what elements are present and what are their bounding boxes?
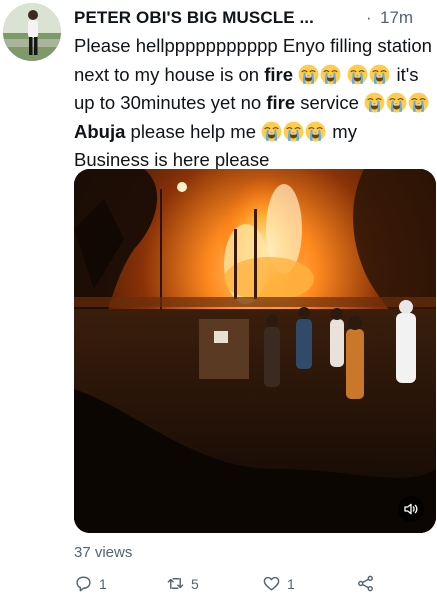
mute-toggle-button[interactable]	[398, 496, 424, 522]
header-separator: ·	[366, 8, 372, 27]
retweet-count: 5	[191, 575, 199, 592]
loudly-crying-face-icon	[283, 121, 304, 142]
loudly-crying-face-icon	[298, 64, 319, 85]
text-keyword-abuja: Abuja	[74, 120, 126, 142]
heart-icon	[263, 576, 280, 591]
author-avatar[interactable]	[3, 3, 61, 61]
reply-icon	[76, 576, 91, 592]
text-segment: service	[295, 92, 365, 113]
loudly-crying-face-icon	[305, 121, 326, 142]
loudly-crying-face-icon	[320, 64, 341, 85]
loudly-crying-face-icon	[386, 92, 407, 113]
author-name[interactable]: PETER OBI'S BIG MUSCLE ...	[74, 8, 314, 27]
tweet-video[interactable]	[74, 169, 436, 533]
speaker-icon	[404, 503, 418, 515]
loudly-crying-face-icon	[364, 92, 385, 113]
reply-button[interactable]: 1	[74, 574, 107, 593]
retweet-button[interactable]: 5	[166, 574, 199, 593]
loudly-crying-face-icon	[408, 92, 429, 113]
share-icon	[358, 575, 373, 592]
loudly-crying-face-icon	[369, 64, 390, 85]
text-keyword-fire: fire	[266, 92, 296, 113]
tweet-action-bar: 1 5 1	[74, 574, 436, 594]
like-count: 1	[287, 575, 295, 592]
loudly-crying-face-icon	[347, 64, 368, 85]
tweet-timestamp[interactable]: 17m	[380, 8, 413, 28]
fire-scene-image	[74, 169, 436, 533]
reply-count: 1	[99, 575, 107, 592]
retweet-icon	[167, 578, 184, 589]
tweet-header: PETER OBI'S BIG MUSCLE ... · 17m	[74, 8, 430, 32]
like-button[interactable]: 1	[262, 574, 295, 593]
text-segment: please help me	[125, 120, 262, 142]
loudly-crying-face-icon	[261, 121, 282, 142]
text-keyword-fire: fire	[264, 63, 294, 85]
avatar-image	[3, 3, 61, 61]
view-count: 37 views	[74, 544, 133, 561]
tweet-text: Please hellppppppppppp Enyo filling stat…	[74, 32, 434, 175]
share-button[interactable]	[356, 574, 375, 593]
